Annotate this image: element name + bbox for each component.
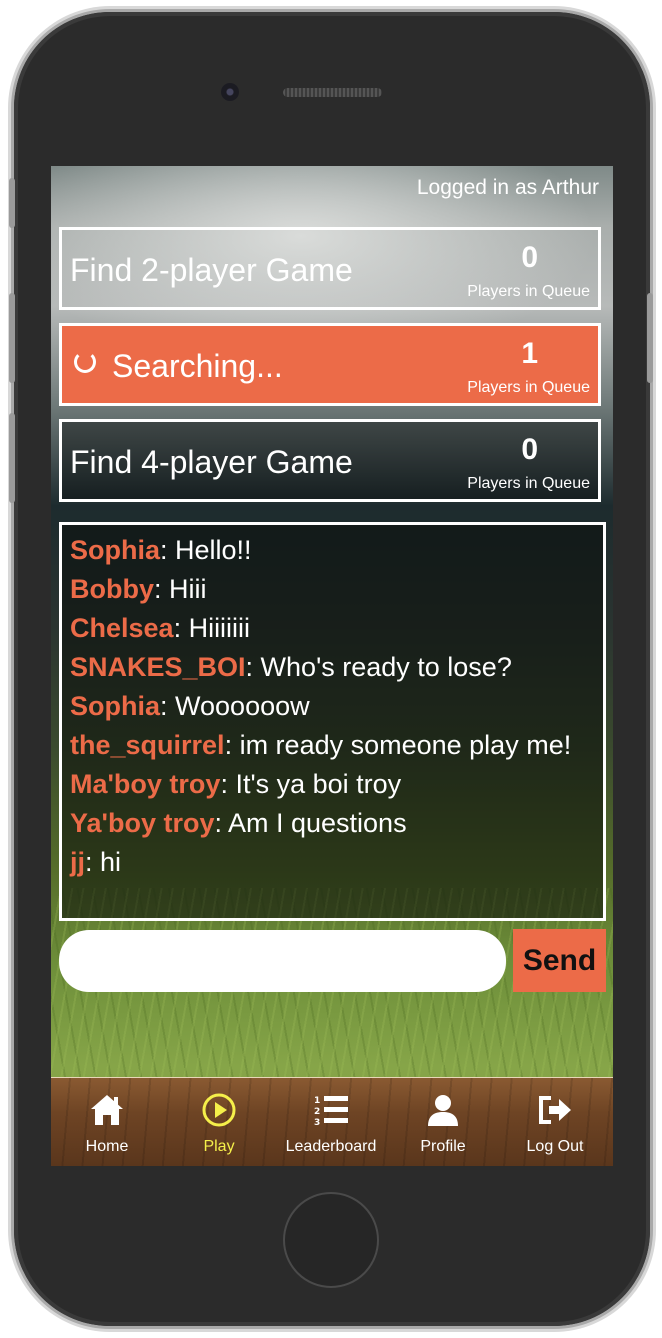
nav-label: Profile — [420, 1138, 466, 1155]
earpiece-speaker — [283, 88, 382, 97]
chat-username: SNAKES_BOI — [70, 652, 246, 682]
chat-log[interactable]: Sophia: Hello!! Bobby: Hiii Chelsea: Hii… — [59, 522, 606, 921]
queue-count-label: Players in Queue — [467, 379, 590, 396]
logout-icon — [539, 1096, 571, 1124]
chat-text: : Am I questions — [214, 808, 407, 838]
login-status: Logged in as Arthur — [416, 176, 599, 199]
chat-text: : Hiii — [154, 574, 207, 604]
chat-username: Bobby — [70, 574, 154, 604]
chat-text: : Hello!! — [160, 535, 252, 565]
chat-message: Sophia: Woooooow — [70, 691, 595, 730]
queue-count: 1 — [521, 337, 538, 370]
nav-item-leaderboard[interactable]: 1 2 3 Leaderboard — [275, 1078, 387, 1166]
chat-text: : hi — [85, 847, 122, 877]
svg-text:1: 1 — [314, 1096, 320, 1106]
chat-username: Ya'boy troy — [70, 808, 215, 838]
nav-item-profile[interactable]: Profile — [387, 1078, 499, 1166]
chat-message: jj: hi — [70, 847, 595, 886]
chat-message-input[interactable] — [59, 930, 506, 992]
mute-switch — [9, 178, 15, 228]
profile-icon — [428, 1095, 458, 1126]
queue-count: 0 — [521, 241, 538, 274]
queue-title: Find 4-player Game — [70, 444, 353, 480]
nav-label: Home — [85, 1138, 129, 1155]
volume-down-button — [9, 413, 15, 503]
volume-up-button — [9, 293, 15, 383]
queue-count: 0 — [521, 433, 538, 466]
nav-item-home[interactable]: Home — [51, 1078, 163, 1166]
play-icon — [202, 1093, 236, 1127]
chat-message: Sophia: Hello!! — [70, 535, 595, 574]
chat-message: the_squirrel: im ready someone play me! — [70, 730, 595, 769]
home-hardware-button[interactable] — [283, 1192, 379, 1288]
chat-message: Ma'boy troy: It's ya boi troy — [70, 769, 595, 808]
chat-text: : It's ya boi troy — [220, 769, 402, 799]
queue-title: Searching... — [112, 348, 283, 384]
chat-message: Chelsea: Hiiiiiii — [70, 613, 595, 652]
bottom-nav-bar: Home Play 1 2 3 Leaderboard Profile Log … — [51, 1077, 613, 1166]
home-icon — [91, 1095, 123, 1125]
send-button[interactable]: Send — [513, 929, 606, 992]
chat-message: Bobby: Hiii — [70, 574, 595, 613]
power-button — [647, 293, 653, 383]
chat-text: : Who's ready to lose? — [245, 652, 512, 682]
loading-spinner-icon — [74, 351, 96, 373]
chat-username: Sophia — [70, 691, 161, 721]
searching-queue-button[interactable]: Searching... 1 Players in Queue — [59, 323, 601, 406]
nav-label: Leaderboard — [285, 1138, 377, 1155]
find-4-player-game-button[interactable]: Find 4-player Game 0 Players in Queue — [59, 419, 601, 502]
chat-username: Sophia — [70, 535, 161, 565]
app-screen: Logged in as Arthur Find 2-player Game 0… — [51, 166, 613, 1166]
chat-text: : Hiiiiiii — [173, 613, 251, 643]
nav-label: Play — [203, 1138, 235, 1155]
chat-message: SNAKES_BOI: Who's ready to lose? — [70, 652, 595, 691]
chat-username: Ma'boy troy — [70, 769, 221, 799]
find-2-player-game-button[interactable]: Find 2-player Game 0 Players in Queue — [59, 227, 601, 310]
queue-count-label: Players in Queue — [467, 283, 590, 300]
svg-text:2: 2 — [314, 1107, 320, 1117]
chat-username: the_squirrel — [70, 730, 225, 760]
nav-label: Log Out — [526, 1138, 584, 1155]
chat-username: Chelsea — [70, 613, 174, 643]
nav-item-play[interactable]: Play — [163, 1078, 275, 1166]
front-camera — [221, 83, 239, 101]
chat-username: jj — [70, 847, 86, 877]
chat-message: Ya'boy troy: Am I questions — [70, 808, 595, 847]
queue-count-label: Players in Queue — [467, 475, 590, 492]
svg-text:3: 3 — [314, 1118, 320, 1128]
nav-item-log-out[interactable]: Log Out — [499, 1078, 611, 1166]
chat-text: : im ready someone play me! — [224, 730, 572, 760]
leaderboard-icon: 1 2 3 — [314, 1096, 348, 1128]
chat-text: : Woooooow — [160, 691, 310, 721]
queue-title: Find 2-player Game — [70, 252, 353, 288]
